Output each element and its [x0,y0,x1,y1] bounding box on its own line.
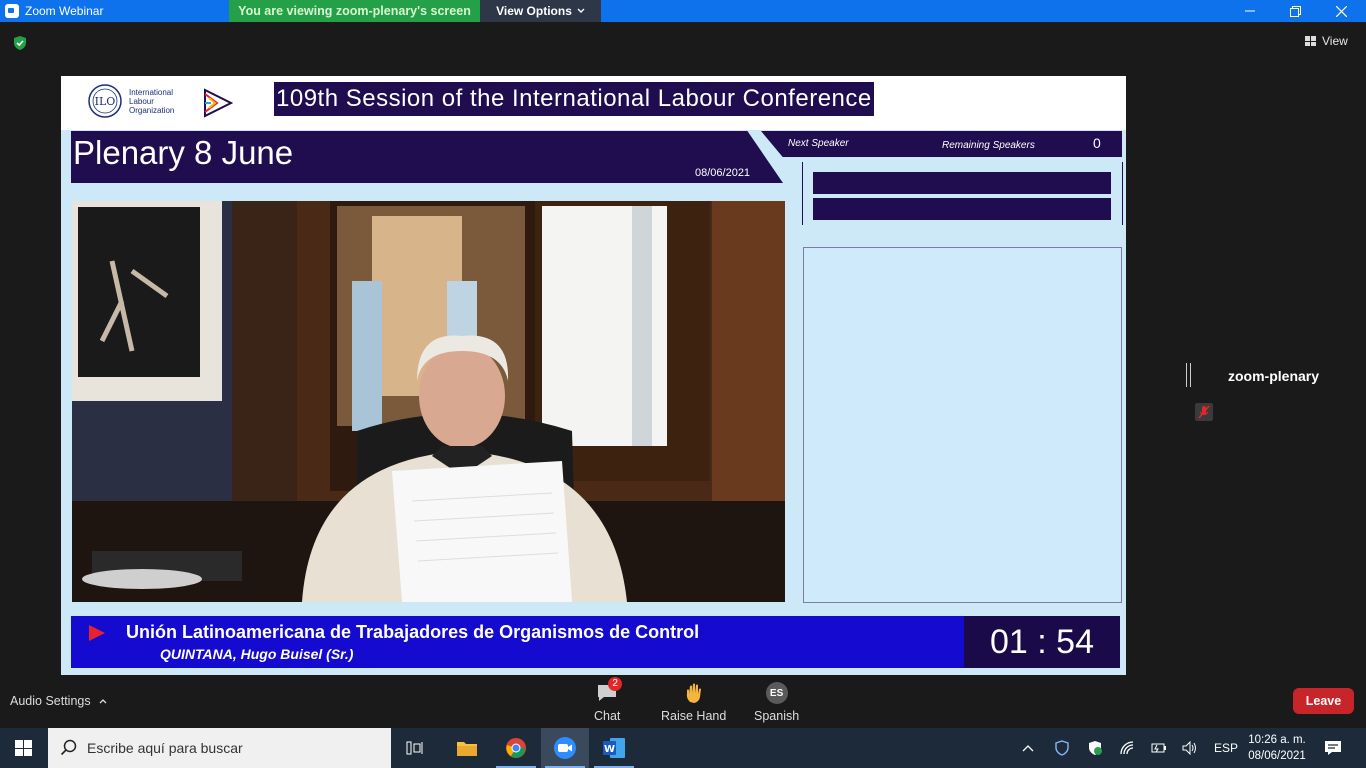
svg-text:ILO: ILO [95,95,116,108]
participant-divider [1186,363,1191,387]
svg-text:W: W [604,744,615,755]
next-speaker-box [802,162,1123,225]
close-button[interactable] [1318,0,1364,22]
security-tray-button[interactable] [1087,728,1103,768]
windows-taskbar: Escribe aquí para buscar W ESP 10:26 a. … [0,728,1366,768]
file-explorer-button[interactable] [443,728,491,768]
speaker-video-image [72,201,785,602]
remaining-speakers-label: Remaining Speakers [942,140,1035,151]
zoom-app-icon [5,4,19,18]
zoom-icon [554,737,576,759]
conference-title: 109th Session of the International Labou… [274,82,874,116]
view-options-label: View Options [496,4,572,18]
network-tray-button[interactable] [1120,728,1136,768]
restore-button[interactable] [1272,0,1318,22]
chevron-down-icon [577,8,585,13]
notifications-icon [1325,741,1341,755]
grid-view-icon [1305,36,1316,46]
speaking-timer: 01 : 54 [964,616,1120,668]
battery-icon [1151,743,1166,753]
raise-hand-label: Raise Hand [661,709,727,723]
ilo-logo: ILO [88,84,122,118]
show-hidden-icons-button[interactable] [1022,728,1034,768]
defender-tray-button[interactable] [1055,728,1069,768]
speaker-organization: Unión Latinoamericana de Trabajadores de… [126,622,700,642]
speaker-icon [1182,741,1196,755]
view-layout-label: View [1322,34,1348,48]
language-label: Spanish [754,709,800,723]
language-code-icon: ES [765,682,788,704]
chat-icon-wrap: 2 [596,677,623,706]
view-layout-button[interactable]: View [1305,34,1348,48]
clock-date: 08/06/2021 [1248,750,1306,762]
battery-tray-button[interactable] [1151,728,1167,768]
folder-icon [457,742,477,756]
language-icon-wrap: ES [765,680,788,706]
chat-button[interactable]: 2 Chat [594,677,623,723]
participant-name: zoom-plenary [1228,368,1320,384]
task-view-button[interactable] [392,728,440,768]
viewing-screen-banner: You are viewing zoom-plenary's screen [229,0,480,22]
windows-start-icon[interactable] [15,740,32,756]
speaker-video-feed [72,201,785,602]
audio-settings-button[interactable]: Audio Settings [10,694,107,708]
chevron-up-icon [1022,745,1034,752]
next-speaker-label: Next Speaker [788,138,849,149]
chat-label: Chat [594,709,621,723]
chevron-up-icon [99,699,107,704]
raise-hand-icon [686,683,701,703]
task-view-icon [406,741,423,755]
shared-screen: ILO International Labour Organization 10… [61,76,1126,675]
close-icon [1335,5,1347,17]
speakers-list-panel [803,247,1122,603]
taskbar-search-box[interactable]: Escribe aquí para buscar [48,728,391,768]
language-interpretation-button[interactable]: ES Spanish [754,680,799,723]
next-speaker-slot [813,198,1111,220]
remaining-speakers-count: 0 [1093,135,1101,151]
search-icon [60,739,77,756]
minimize-button[interactable] [1227,0,1273,22]
chat-unread-badge: 2 [608,677,623,691]
plenary-date: 08/06/2021 [695,167,751,179]
chrome-icon [506,738,526,758]
plenary-title: Plenary 8 June [73,134,294,171]
security-shield-icon[interactable] [12,35,28,51]
word-icon: W [603,738,625,758]
view-options-button[interactable]: View Options [480,0,601,22]
speaker-lower-third: Unión Latinoamericana de Trabajadores de… [71,616,1120,668]
window-title: Zoom Webinar [25,4,104,18]
next-speaker-slot [813,172,1111,194]
word-button[interactable]: W [590,728,638,768]
chrome-button[interactable] [492,728,540,768]
minimize-icon [1245,10,1255,12]
zoom-taskbar-button[interactable] [541,728,589,768]
leave-button[interactable]: Leave [1293,688,1354,714]
speaker-name: QUINTANA, Hugo Buisel (Sr.) [160,646,354,662]
volume-tray-button[interactable] [1182,728,1198,768]
security-status-icon [1089,741,1102,755]
raise-hand-icon-wrap [684,680,704,706]
search-placeholder: Escribe aquí para buscar [87,740,243,756]
wifi-icon [1120,741,1134,755]
taskbar-clock[interactable]: 10:26 a. m. 08/06/2021 [1246,732,1308,764]
conference-arrow-logo [204,88,233,118]
play-triangle-icon [89,625,105,641]
action-center-button[interactable] [1324,728,1342,768]
input-language-indicator[interactable]: ESP [1214,728,1238,768]
ilo-organization-text: International Labour Organization [129,88,175,115]
clock-time: 10:26 a. m. [1248,734,1306,746]
restore-icon [1289,5,1301,17]
defender-shield-icon [1055,740,1069,756]
window-title-bar: Zoom Webinar [0,0,1366,22]
raise-hand-button[interactable]: Raise Hand [661,680,726,723]
muted-microphone-icon [1195,403,1213,421]
audio-settings-label: Audio Settings [10,694,91,708]
